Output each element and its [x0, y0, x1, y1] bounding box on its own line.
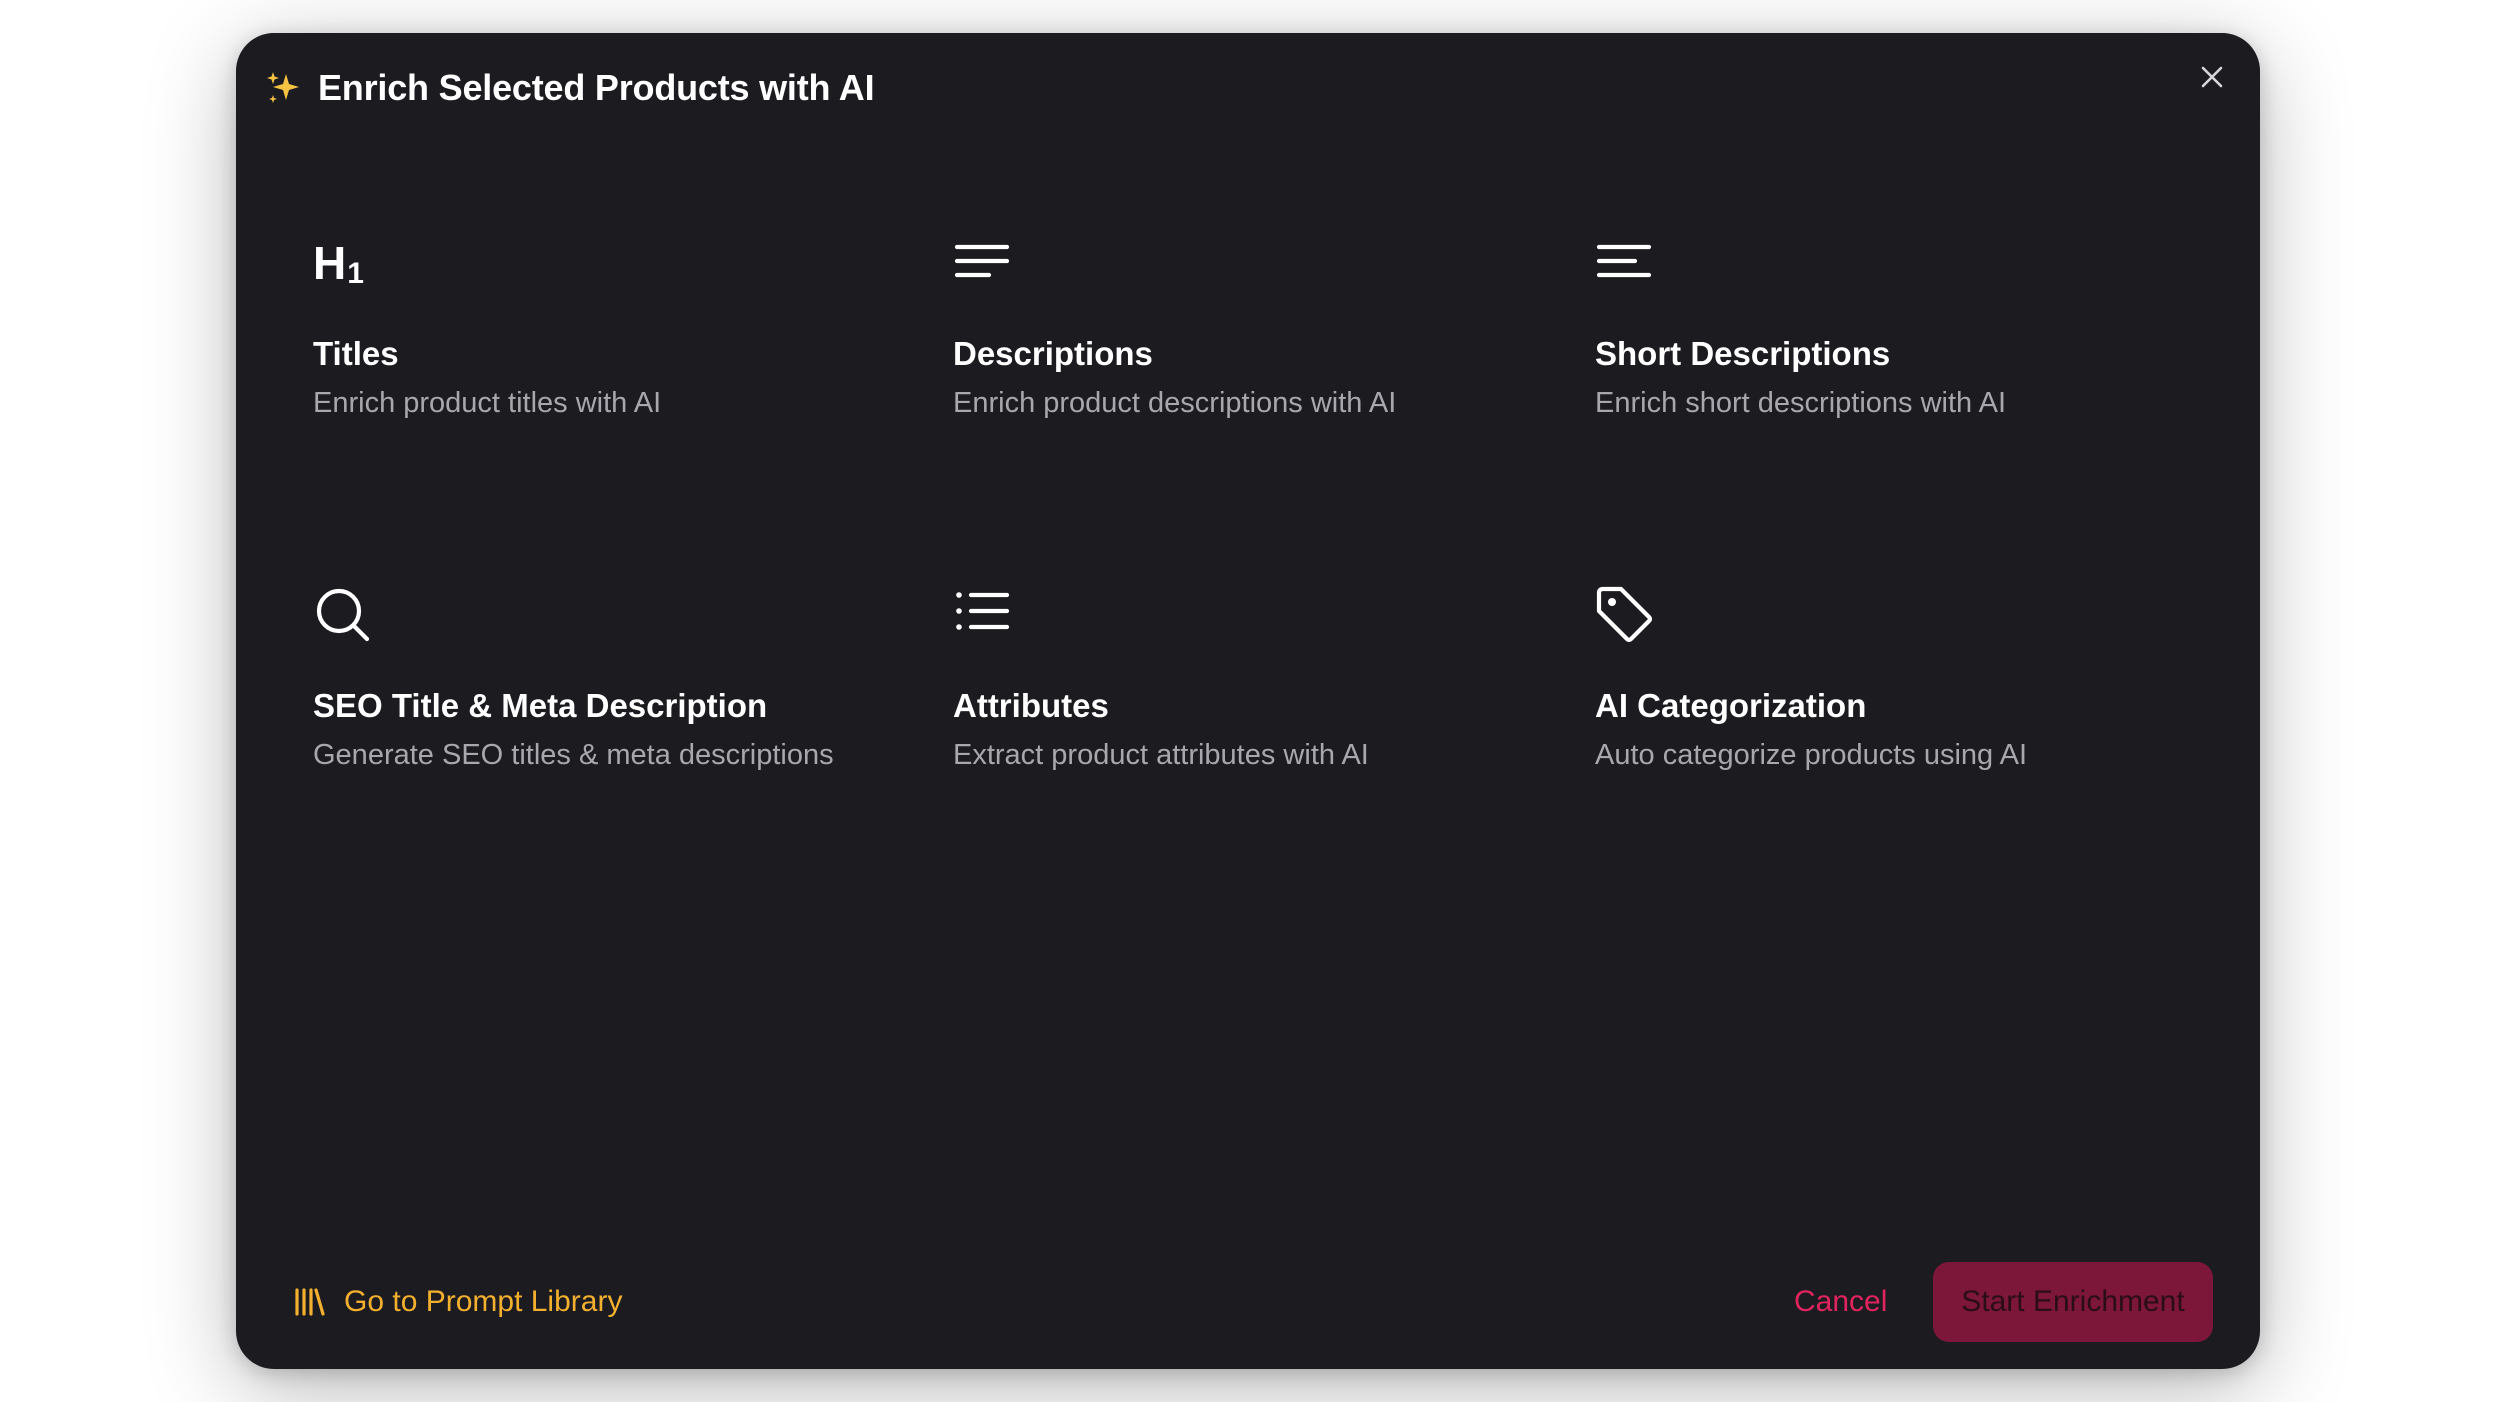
- cancel-button[interactable]: Cancel: [1794, 1285, 1887, 1319]
- option-short-descriptions[interactable]: Short Descriptions Enrich short descript…: [1595, 203, 2195, 433]
- option-titles[interactable]: H1 Titles Enrich product titles with AI: [313, 203, 913, 433]
- option-descriptions[interactable]: Descriptions Enrich product descriptions…: [953, 203, 1553, 433]
- option-description: Enrich short descriptions with AI: [1595, 387, 2007, 419]
- align-left-icon: [954, 244, 1010, 278]
- dialog-header: Enrich Selected Products with AI: [264, 67, 875, 109]
- option-title: Attributes: [953, 687, 1109, 724]
- sparkles-icon: [267, 72, 299, 103]
- start-enrichment-button[interactable]: Start Enrichment: [1933, 1262, 2213, 1342]
- option-description: Extract product attributes with AI: [953, 739, 1369, 771]
- list-icon: [956, 592, 1010, 630]
- option-title: SEO Title & Meta Description: [313, 687, 768, 724]
- option-description: Generate SEO titles & meta descriptions: [313, 739, 834, 771]
- prompt-library-link[interactable]: Go to Prompt Library: [294, 1285, 622, 1319]
- close-icon: [2201, 66, 2223, 88]
- option-attributes[interactable]: Attributes Extract product attributes wi…: [953, 555, 1553, 785]
- option-description: Enrich product descriptions with AI: [953, 387, 1397, 419]
- option-title: Titles: [313, 335, 399, 372]
- close-button[interactable]: [2190, 55, 2234, 99]
- enrich-dialog: Enrich Selected Products with AI H1 Titl…: [236, 33, 2260, 1369]
- tag-icon: [1596, 586, 1653, 643]
- option-description: Auto categorize products using AI: [1595, 739, 2028, 771]
- option-categorization[interactable]: AI Categorization Auto categorize produc…: [1595, 555, 2195, 785]
- dialog-title: Enrich Selected Products with AI: [318, 67, 875, 108]
- option-seo[interactable]: SEO Title & Meta Description Generate SE…: [313, 555, 913, 785]
- search-icon: [316, 588, 370, 642]
- menu-lines-icon: [1596, 244, 1652, 278]
- library-icon: [295, 1288, 325, 1316]
- option-description: Enrich product titles with AI: [313, 387, 662, 419]
- option-title: Descriptions: [953, 335, 1153, 372]
- option-title: Short Descriptions: [1595, 335, 1891, 372]
- start-enrichment-label: Start Enrichment: [1961, 1285, 2185, 1318]
- heading-icon: H1: [313, 237, 365, 290]
- enrichment-options: H1 Titles Enrich product titles with AI …: [313, 203, 2233, 771]
- prompt-library-label: Go to Prompt Library: [344, 1285, 623, 1318]
- option-title: AI Categorization: [1595, 687, 1867, 724]
